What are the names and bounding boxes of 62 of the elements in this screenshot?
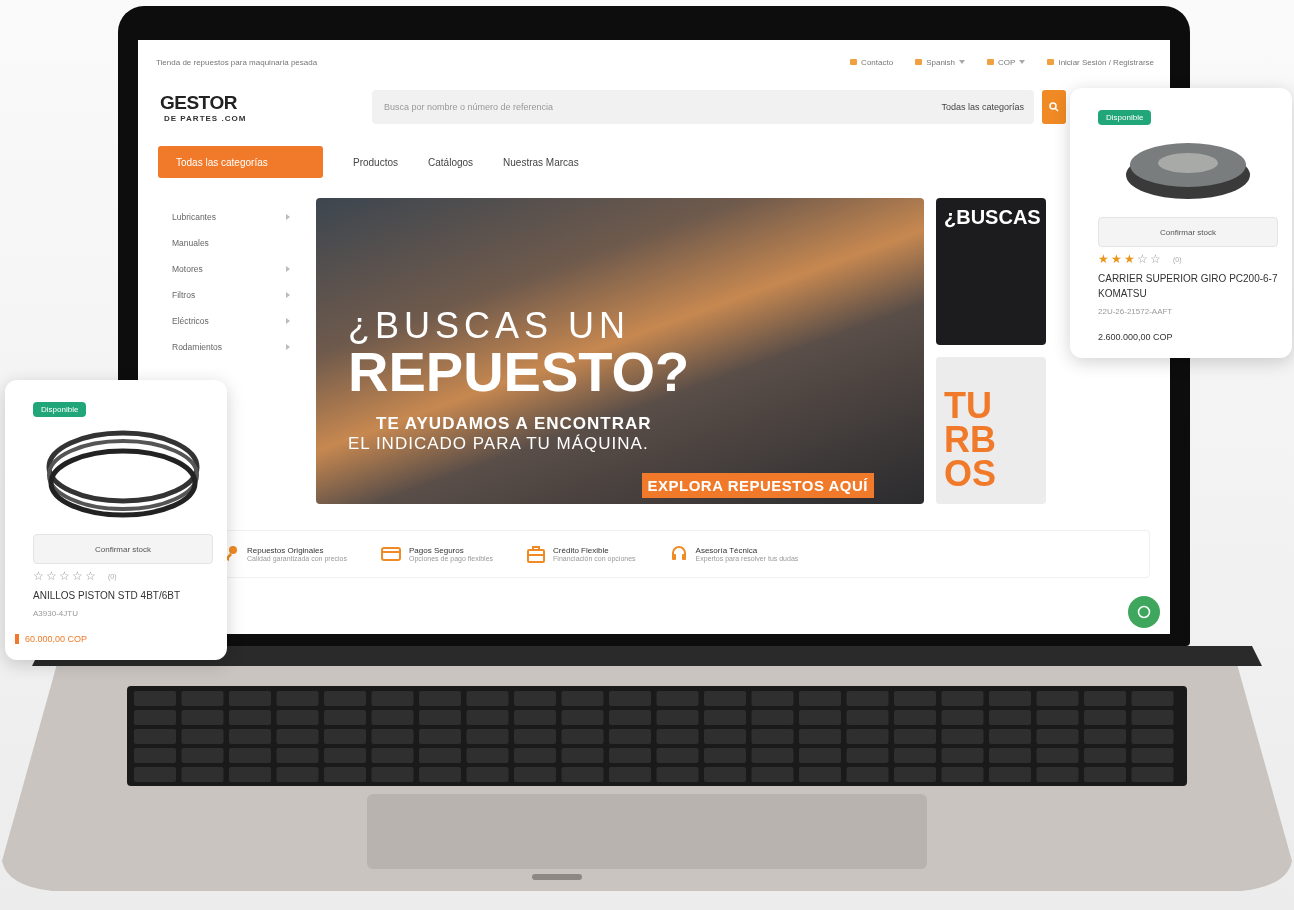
confirm-stock-button[interactable]: Confirmar stock [1098, 217, 1278, 247]
logo-subtitle: DE PARTES .COM [164, 113, 248, 123]
nav-link[interactable]: Nuestras Marcas [503, 156, 579, 168]
feature-title: Asesoría Técnica [695, 546, 759, 555]
product-price: 60.000,00 COP [25, 634, 88, 644]
category-link[interactable]: Eléctricos [172, 316, 209, 326]
nav-link[interactable]: Productos [353, 156, 399, 168]
category-link[interactable]: Manuales [172, 238, 209, 248]
topbar-link[interactable]: Contacto [861, 57, 894, 67]
hero-banner[interactable]: ¿BUSCAS UN REPUESTO? TE AYUDAMOS A ENCONTRAR EL INDICADO PARA TU MÁQUINA. EXPLORA REPUESTOS AQUÍ [316, 198, 924, 504]
star-empty-icon: ☆ [85, 570, 96, 582]
star-filled-icon: ★ [1098, 253, 1109, 265]
product-price: 2.600.000,00 COP [1098, 332, 1173, 342]
star-empty-icon: ☆ [1137, 253, 1148, 265]
confirm-stock-button[interactable]: Confirmar stock [33, 534, 213, 564]
star-empty-icon: ☆ [46, 570, 57, 582]
chevron-icon [286, 318, 290, 324]
star-empty-icon: ☆ [1150, 253, 1161, 265]
feature-title: Crédito Flexible [553, 546, 610, 555]
nav-link[interactable]: Catálogos [428, 156, 474, 168]
hero-heading: ¿BUSCAS UN [348, 308, 631, 344]
star-filled-icon: ★ [1124, 253, 1135, 265]
bag-icon [527, 545, 546, 563]
product-name[interactable]: ANILLOS PISTON STD 4BT/6BT [33, 588, 213, 603]
caret-icon [959, 60, 966, 64]
star-empty-icon: ☆ [59, 570, 70, 582]
availability-badge: Disponible [1098, 110, 1152, 125]
chat-button[interactable] [1128, 596, 1160, 628]
topbar-link[interactable]: Iniciar Sesión / Registrarse [1058, 57, 1154, 67]
chevron-icon [286, 344, 290, 350]
topbar-link[interactable]: COP [998, 57, 1016, 67]
feature-title: Repuestos Originales [247, 546, 325, 555]
feature-title: Pagos Seguros [409, 546, 465, 555]
card-icon [381, 546, 401, 562]
topbar-link[interactable]: Spanish [926, 57, 956, 67]
category-link[interactable]: Filtros [172, 290, 196, 300]
category-select[interactable]: Todas las categorías [941, 102, 1024, 112]
category-link[interactable]: Rodamientos [172, 342, 223, 352]
star-filled-icon: ★ [1111, 253, 1122, 265]
hero-subtitle: TE AYUDAMOS A ENCONTRAR [375, 414, 652, 434]
hero-heading: REPUESTO? [348, 344, 690, 400]
search-icon [1049, 102, 1059, 112]
caret-icon [1019, 60, 1026, 64]
hero-subtitle: EL INDICADO PARA TU MÁQUINA. [348, 434, 649, 454]
star-empty-icon: ☆ [33, 570, 44, 582]
logo-wordmark[interactable]: GESTOR [160, 91, 360, 114]
headset-icon [669, 545, 688, 563]
chevron-icon [286, 214, 290, 220]
store-tagline: Tienda de repuestos para maquinaria pesada [156, 57, 319, 67]
search-field[interactable]: Busca por nombre o número de referencia Todas las categorías [372, 90, 1034, 124]
star-empty-icon: ☆ [72, 570, 83, 582]
promo-banner[interactable]: ¿BUSCAS [936, 198, 1046, 345]
product-reference: 22U-26-21572-AAFT [1098, 307, 1174, 316]
availability-badge: Disponible [33, 402, 87, 417]
price-marker [15, 634, 19, 644]
category-link[interactable]: Motores [172, 264, 203, 274]
product-reference: A3930-4JTU [33, 609, 79, 618]
category-link[interactable]: Lubricantes [172, 212, 216, 222]
product-name[interactable]: CARRIER SUPERIOR GIRO PC200-6-7 KOMATSU [1098, 271, 1278, 301]
search-button[interactable] [1042, 90, 1066, 124]
chevron-icon [286, 266, 290, 272]
chevron-icon [286, 292, 290, 298]
